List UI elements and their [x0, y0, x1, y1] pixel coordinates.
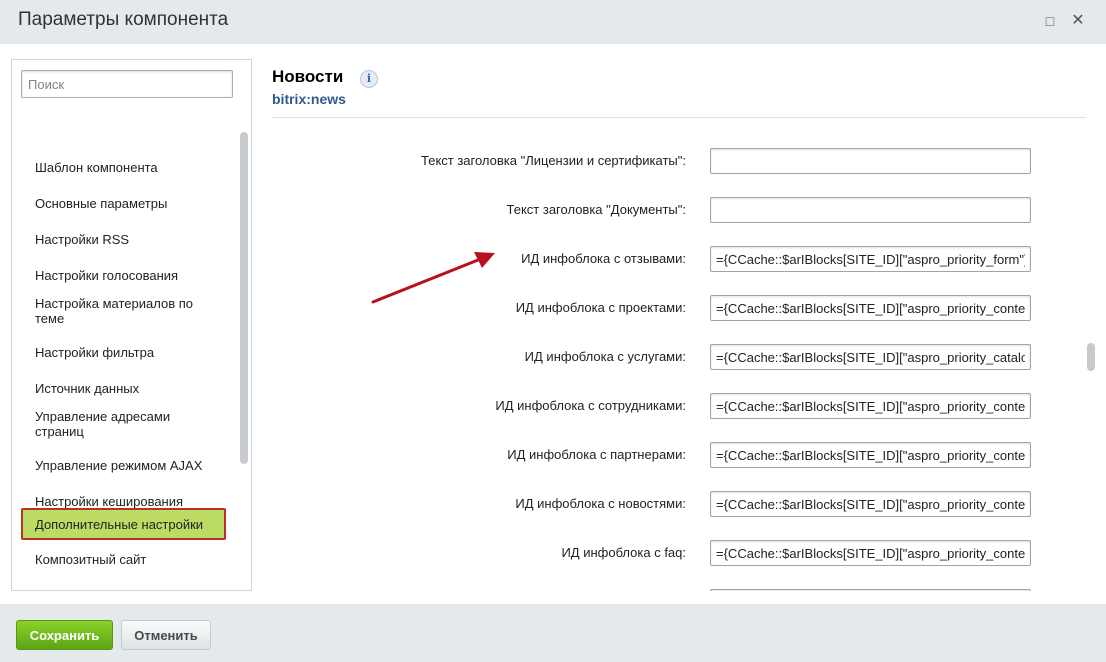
sidebar-item-label: Управление адресами страниц: [35, 409, 171, 439]
sidebar-item-related[interactable]: Настройка материалов по теме: [21, 291, 226, 331]
sidebar-item-ajax[interactable]: Управление режимом AJAX: [21, 451, 226, 479]
save-button[interactable]: Сохранить: [16, 620, 113, 650]
settings-sidebar: Шаблон компонента Основные параметры Нас…: [11, 59, 252, 591]
param-row: ИД инфоблока с партнерами:: [272, 442, 1086, 468]
sidebar-item-label: Настройки кеширования: [35, 493, 184, 509]
param-staff-iblock-input[interactable]: [710, 393, 1031, 419]
param-label: Текст заголовка "Лицензии и сертификаты"…: [421, 153, 686, 168]
param-services-iblock-input[interactable]: [710, 344, 1031, 370]
param-label: ИД инфоблока с новостями:: [515, 496, 686, 511]
param-row: Текст заголовка "Документы":: [272, 197, 1086, 223]
params-scrollbar[interactable]: [1087, 343, 1095, 371]
param-row: ИД инфоблока с faq:: [272, 540, 1086, 566]
param-label: ИД инфоблока с отзывами:: [521, 251, 686, 266]
param-licenses-title-input[interactable]: [710, 148, 1031, 174]
param-row: ИД инфоблока с новостями:: [272, 491, 1086, 517]
search-input[interactable]: [21, 70, 233, 98]
param-reviews-iblock-input[interactable]: [710, 246, 1031, 272]
param-partners-iblock-input[interactable]: [710, 442, 1031, 468]
param-label: Текст заголовка "Документы":: [506, 202, 686, 217]
sidebar-item-label: Основные параметры: [35, 195, 168, 211]
param-row: [272, 589, 1086, 591]
param-label: ИД инфоблока с сотрудниками:: [495, 398, 686, 413]
component-code[interactable]: bitrix:news: [272, 91, 346, 107]
param-partial-input[interactable]: [710, 589, 1031, 591]
window-title: Параметры компонента: [18, 9, 229, 30]
param-row: ИД инфоблока с услугами:: [272, 344, 1086, 370]
sidebar-item-label: Шаблон компонента: [35, 159, 158, 175]
dialog-body: Шаблон компонента Основные параметры Нас…: [0, 44, 1106, 604]
param-row: Текст заголовка "Лицензии и сертификаты"…: [272, 148, 1086, 174]
header-divider: [272, 117, 1086, 118]
sidebar-item-label: Настройка материалов по теме: [35, 296, 193, 326]
sidebar-item-filter[interactable]: Настройки фильтра: [21, 338, 226, 366]
sidebar-item-additional[interactable]: Дополнительные настройки: [21, 508, 226, 540]
param-news-iblock-input[interactable]: [710, 491, 1031, 517]
sidebar-item-label: Настройки голосования: [35, 267, 179, 283]
dialog-footer: Сохранить Отменить: [0, 604, 1106, 662]
param-label: ИД инфоблока с партнерами:: [507, 447, 686, 462]
sidebar-item-basic[interactable]: Основные параметры: [21, 189, 226, 217]
param-label: ИД инфоблока с услугами:: [524, 349, 686, 364]
sidebar-item-composite[interactable]: Композитный сайт: [21, 545, 226, 573]
close-icon[interactable]: ✕: [1069, 12, 1087, 30]
info-icon[interactable]: i: [360, 70, 378, 88]
sidebar-item-label: Управление режимом AJAX: [35, 457, 203, 473]
sidebar-item-label: Настройки фильтра: [35, 344, 155, 360]
sidebar-item-label: Источник данных: [35, 380, 140, 396]
cancel-button[interactable]: Отменить: [121, 620, 211, 650]
params-list: Текст заголовка "Лицензии и сертификаты"…: [272, 133, 1086, 591]
param-row: ИД инфоблока с сотрудниками:: [272, 393, 1086, 419]
sidebar-item-label: Настройки RSS: [35, 231, 130, 247]
params-panel: Новости i bitrix:news Текст заголовка "Л…: [272, 59, 1098, 591]
param-projects-iblock-input[interactable]: [710, 295, 1031, 321]
sidebar-item-template[interactable]: Шаблон компонента: [21, 153, 226, 181]
param-faq-iblock-input[interactable]: [710, 540, 1031, 566]
param-label: ИД инфоблока с проектами:: [515, 300, 686, 315]
sidebar-item-data-source[interactable]: Источник данных: [21, 374, 226, 402]
sidebar-item-rss[interactable]: Настройки RSS: [21, 225, 226, 253]
sidebar-item-label: Дополнительные настройки: [35, 516, 204, 532]
sidebar-scrollbar[interactable]: [240, 132, 248, 464]
sidebar-item-voting[interactable]: Настройки голосования: [21, 261, 226, 289]
window-titlebar: Параметры компонента □ ✕: [0, 0, 1106, 44]
annotation-arrow: [371, 252, 495, 304]
param-label: ИД инфоблока с faq:: [561, 545, 686, 560]
sidebar-item-label: Композитный сайт: [35, 551, 147, 567]
sidebar-item-urls[interactable]: Управление адресами страниц: [21, 404, 226, 444]
param-documents-title-input[interactable]: [710, 197, 1031, 223]
maximize-icon[interactable]: □: [1041, 12, 1059, 30]
component-title: Новости: [272, 67, 344, 86]
